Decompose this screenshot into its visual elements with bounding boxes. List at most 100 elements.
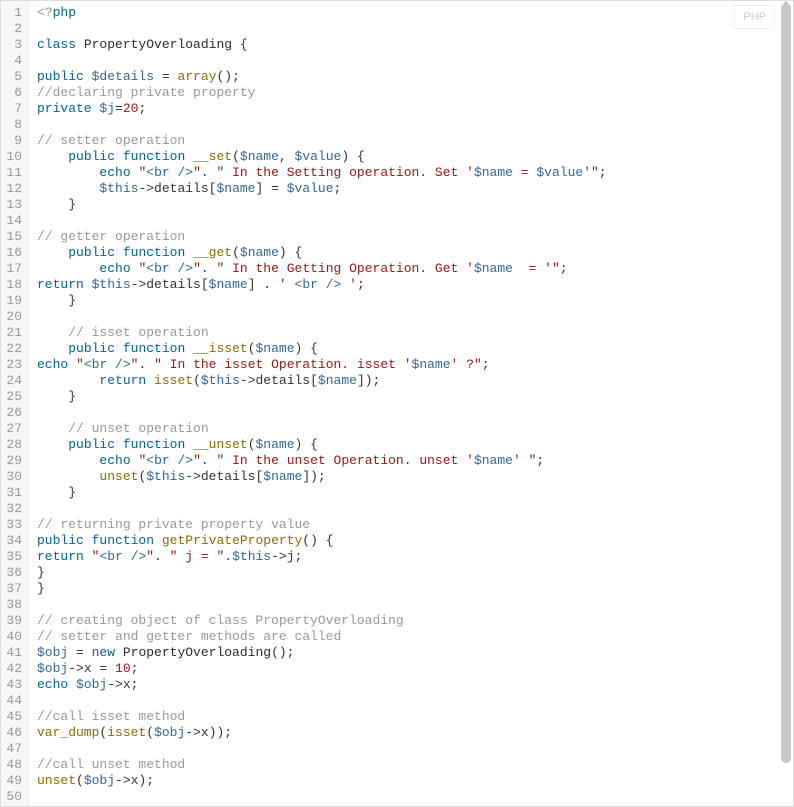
code-line: return "<br />". " j = ".$this->j; [37, 549, 793, 565]
language-badge: PHP [734, 5, 775, 29]
code-line [37, 21, 793, 37]
code-line: // returning private property value [37, 517, 793, 533]
line-number: 11 [1, 165, 22, 181]
line-number: 26 [1, 405, 22, 421]
line-number: 29 [1, 453, 22, 469]
code-line: // isset operation [37, 325, 793, 341]
code-line: } [37, 197, 793, 213]
line-number: 16 [1, 245, 22, 261]
vertical-scrollbar[interactable] [781, 3, 791, 804]
line-number: 35 [1, 549, 22, 565]
line-number: 28 [1, 437, 22, 453]
line-number: 41 [1, 645, 22, 661]
line-number: 32 [1, 501, 22, 517]
line-number: 48 [1, 757, 22, 773]
line-number: 39 [1, 613, 22, 629]
code-line: echo "<br />". " In the unset Operation.… [37, 453, 793, 469]
code-line: public function __isset($name) { [37, 341, 793, 357]
code-line: $obj = new PropertyOverloading(); [37, 645, 793, 661]
line-number: 21 [1, 325, 22, 341]
line-number: 6 [1, 85, 22, 101]
line-number: 8 [1, 117, 22, 133]
line-number: 34 [1, 533, 22, 549]
line-number: 31 [1, 485, 22, 501]
code-line [37, 741, 793, 757]
line-number: 14 [1, 213, 22, 229]
line-number: 42 [1, 661, 22, 677]
code-line: var_dump(isset($obj->x)); [37, 725, 793, 741]
code-line [37, 693, 793, 709]
line-number: 3 [1, 37, 22, 53]
line-number: 49 [1, 773, 22, 789]
line-number: 18 [1, 277, 22, 293]
line-number: 40 [1, 629, 22, 645]
code-line: class PropertyOverloading { [37, 37, 793, 53]
code-line: // setter and getter methods are called [37, 629, 793, 645]
code-line: public function getPrivateProperty() { [37, 533, 793, 549]
line-number: 25 [1, 389, 22, 405]
code-line: return isset($this->details[$name]); [37, 373, 793, 389]
line-number: 20 [1, 309, 22, 325]
scrollbar-thumb[interactable] [781, 3, 791, 763]
line-number: 12 [1, 181, 22, 197]
line-number: 1 [1, 5, 22, 21]
code-line: echo "<br />". " In the isset Operation.… [37, 357, 793, 373]
line-number: 15 [1, 229, 22, 245]
code-editor: 1234567891011121314151617181920212223242… [0, 0, 794, 807]
line-number: 37 [1, 581, 22, 597]
line-number: 22 [1, 341, 22, 357]
code-line: } [37, 389, 793, 405]
line-number: 36 [1, 565, 22, 581]
code-area[interactable]: <?php class PropertyOverloading { public… [29, 1, 793, 806]
code-line [37, 53, 793, 69]
line-number: 5 [1, 69, 22, 85]
code-line: $this->details[$name] = $value; [37, 181, 793, 197]
code-line: } [37, 485, 793, 501]
code-line: $obj->x = 10; [37, 661, 793, 677]
code-line: //call isset method [37, 709, 793, 725]
code-line [37, 789, 793, 805]
code-line: echo "<br />". " In the Getting Operatio… [37, 261, 793, 277]
line-number: 7 [1, 101, 22, 117]
code-line: public function __set($name, $value) { [37, 149, 793, 165]
code-line [37, 309, 793, 325]
code-line: echo $obj->x; [37, 677, 793, 693]
code-line [37, 501, 793, 517]
line-number: 2 [1, 21, 22, 37]
code-line: private $j=20; [37, 101, 793, 117]
line-number: 19 [1, 293, 22, 309]
code-line: // unset operation [37, 421, 793, 437]
code-line: public $details = array(); [37, 69, 793, 85]
code-line: //call unset method [37, 757, 793, 773]
line-number-gutter: 1234567891011121314151617181920212223242… [1, 1, 29, 806]
line-number: 27 [1, 421, 22, 437]
line-number: 50 [1, 789, 22, 805]
code-line [37, 597, 793, 613]
code-line: //declaring private property [37, 85, 793, 101]
code-line: unset($obj->x); [37, 773, 793, 789]
code-line: return $this->details[$name] . ' <br /> … [37, 277, 793, 293]
code-line: <?php [37, 5, 793, 21]
line-number: 45 [1, 709, 22, 725]
line-number: 17 [1, 261, 22, 277]
code-line: public function __unset($name) { [37, 437, 793, 453]
code-line: // setter operation [37, 133, 793, 149]
line-number: 10 [1, 149, 22, 165]
line-number: 38 [1, 597, 22, 613]
line-number: 4 [1, 53, 22, 69]
code-line: echo "<br />". " In the Setting operatio… [37, 165, 793, 181]
code-line: } [37, 293, 793, 309]
code-line: public function __get($name) { [37, 245, 793, 261]
line-number: 24 [1, 373, 22, 389]
code-line: // creating object of class PropertyOver… [37, 613, 793, 629]
code-line: } [37, 581, 793, 597]
line-number: 43 [1, 677, 22, 693]
code-line [37, 117, 793, 133]
line-number: 44 [1, 693, 22, 709]
code-line: // getter operation [37, 229, 793, 245]
line-number: 33 [1, 517, 22, 533]
line-number: 47 [1, 741, 22, 757]
code-line: unset($this->details[$name]); [37, 469, 793, 485]
line-number: 30 [1, 469, 22, 485]
line-number: 46 [1, 725, 22, 741]
